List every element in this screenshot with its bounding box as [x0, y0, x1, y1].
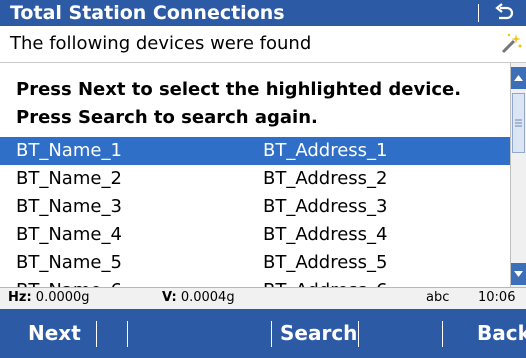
device-list-panel: Press Next to select the highlighted dev… [0, 63, 510, 287]
title-bar: Total Station Connections [0, 0, 526, 26]
device-name: BT_Name_4 [16, 224, 122, 245]
title-separator [478, 4, 479, 22]
device-name: BT_Name_3 [16, 196, 122, 217]
instruction-next: Press Next to select the highlighted dev… [16, 79, 462, 100]
back-button-label: Back [477, 321, 526, 345]
vertical-scrollbar[interactable] [510, 63, 526, 287]
device-address: BT_Address_4 [263, 224, 388, 245]
device-name: BT_Name_6 [16, 277, 122, 287]
next-button[interactable]: Next [0, 309, 96, 358]
device-row[interactable]: BT_Name_6 BT_Address_6 [0, 277, 510, 287]
hz-label: Hz: [8, 290, 32, 305]
softkey-f2[interactable] [97, 309, 127, 358]
return-arrow-icon[interactable] [490, 2, 516, 24]
device-name: BT_Name_5 [16, 252, 122, 273]
instruction-search: Press Search to search again. [16, 107, 318, 128]
search-button[interactable]: Search [272, 309, 358, 358]
device-row[interactable]: BT_Name_2 BT_Address_2 [0, 165, 510, 193]
hz-value: 0.0000g [35, 290, 90, 305]
v-value: 0.0004g [180, 290, 235, 305]
v-label: V: [162, 290, 177, 305]
chevron-up-icon [514, 75, 523, 81]
scroll-down-button[interactable] [511, 263, 526, 285]
subtitle-text: The following devices were found [10, 33, 312, 54]
back-button[interactable]: Back [443, 309, 526, 358]
device-name: BT_Name_2 [16, 168, 122, 189]
softkey-bar: Next Search Back [0, 309, 526, 358]
clock: 10:06 [478, 290, 516, 305]
softkey-f3[interactable] [128, 309, 271, 358]
device-name: BT_Name_1 [16, 140, 122, 161]
scroll-up-button[interactable] [511, 67, 526, 89]
softkey-f5[interactable] [359, 309, 442, 358]
status-bar: Hz: 0.0000g V: 0.0004g abc 10:06 [0, 287, 526, 309]
device-row[interactable]: BT_Name_3 BT_Address_3 [0, 193, 510, 221]
device-row[interactable]: BT_Name_1 BT_Address_1 [0, 137, 510, 165]
device-address: BT_Address_1 [263, 140, 388, 161]
device-row[interactable]: BT_Name_4 BT_Address_4 [0, 221, 510, 249]
v-readout: V: 0.0004g [162, 288, 235, 308]
device-address: BT_Address_2 [263, 168, 388, 189]
scroll-thumb[interactable] [512, 93, 525, 153]
search-button-label: Search [280, 321, 358, 345]
magic-wand-icon [499, 32, 523, 56]
input-mode-indicator: abc [426, 290, 450, 305]
subtitle-bar: The following devices were found [0, 26, 526, 63]
device-address: BT_Address_5 [263, 252, 388, 273]
window-title: Total Station Connections [10, 2, 285, 24]
device-row[interactable]: BT_Name_5 BT_Address_5 [0, 249, 510, 277]
chevron-down-icon [514, 271, 523, 277]
device-address: BT_Address_3 [263, 196, 388, 217]
next-button-label: Next [28, 321, 81, 345]
grip-icon [515, 119, 522, 127]
device-address: BT_Address_6 [263, 277, 387, 287]
hz-readout: Hz: 0.0000g [8, 288, 90, 308]
